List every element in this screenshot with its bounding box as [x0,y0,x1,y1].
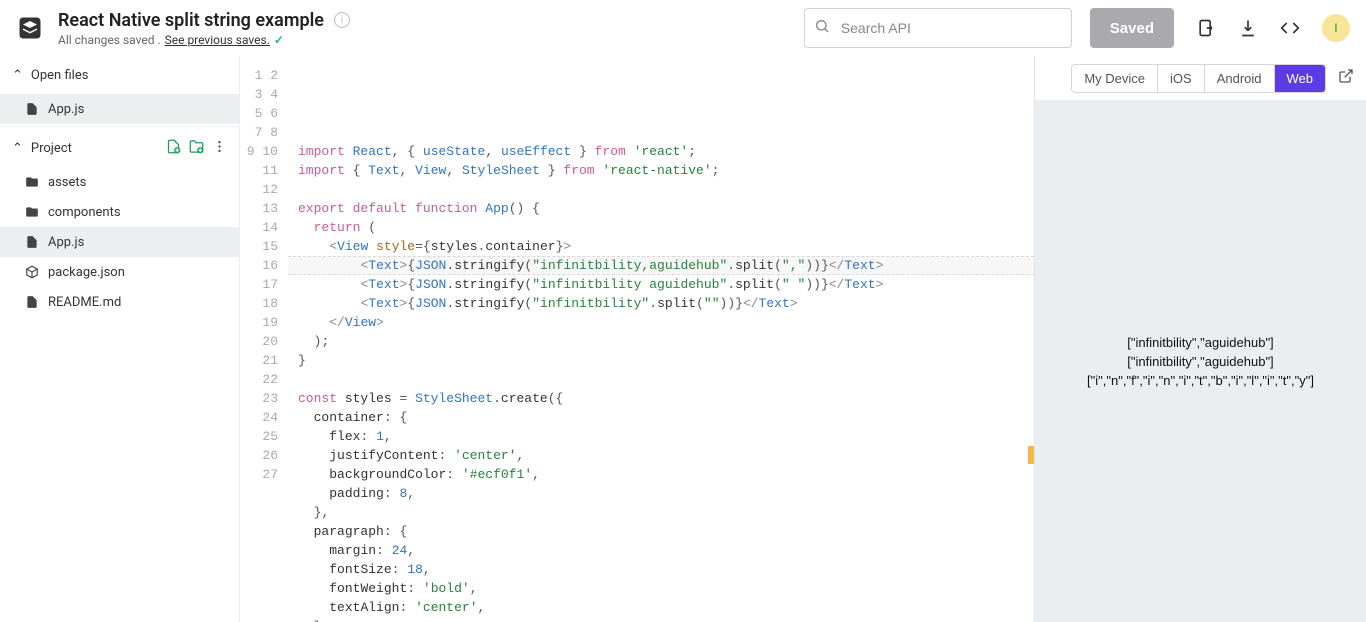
project-header[interactable]: ⌃ Project [0,129,239,167]
saved-button[interactable]: Saved [1090,8,1174,48]
divider [0,126,239,127]
code-content[interactable]: import React, { useState, useEffect } fr… [298,142,1034,622]
new-folder-icon[interactable] [189,139,204,158]
device-tab[interactable]: Web [1275,65,1326,92]
preview-panel: My DeviceiOSAndroidWeb ["infinitbility",… [1034,56,1366,622]
export-icon[interactable] [1196,18,1216,38]
avatar[interactable]: I [1322,14,1350,42]
more-icon[interactable] [212,139,227,158]
code-editor[interactable]: 1 2 3 4 5 6 7 8 9 10 11 12 13 14 15 16 1… [240,56,1034,622]
file-name: package.json [48,265,125,280]
search-input[interactable] [804,8,1072,48]
preview-output: ["infinitbility","aguidehub"]["infinitbi… [1077,333,1324,390]
previous-saves-link[interactable]: See previous saves. [165,33,270,47]
file-icon [24,175,40,189]
new-file-icon[interactable] [166,139,181,158]
project-label: Project [31,141,72,156]
file-item[interactable]: assets [0,167,239,197]
file-name: assets [48,175,86,190]
file-item[interactable]: package.json [0,257,239,287]
device-tab-group: My DeviceiOSAndroidWeb [1071,64,1326,93]
chevron-up-icon: ⌃ [12,141,23,156]
save-status: All changes saved . [58,33,161,47]
open-files-header[interactable]: ⌃ Open files [0,56,239,94]
file-icon [24,235,40,249]
file-name: README.md [48,295,121,310]
device-tab[interactable]: iOS [1158,65,1205,92]
file-item[interactable]: App.js [0,94,239,124]
search-icon [814,18,830,38]
snack-logo[interactable] [16,14,44,42]
download-icon[interactable] [1238,18,1258,38]
device-tab[interactable]: Android [1205,65,1275,92]
file-name: App.js [48,235,84,250]
chevron-up-icon: ⌃ [12,68,23,83]
file-icon [24,265,40,279]
info-icon[interactable]: i [334,12,350,28]
sidebar: ⌃ Open files App.js ⌃ Project assets comp… [0,56,240,622]
embed-icon[interactable] [1280,18,1300,38]
line-gutter: 1 2 3 4 5 6 7 8 9 10 11 12 13 14 15 16 1… [240,56,288,622]
file-item[interactable]: components [0,197,239,227]
preview-area: ["infinitbility","aguidehub"]["infinitbi… [1035,100,1366,622]
file-name: App.js [48,102,84,117]
file-icon [24,102,40,116]
open-files-label: Open files [31,68,89,83]
file-item[interactable]: README.md [0,287,239,317]
file-item[interactable]: App.js [0,227,239,257]
file-icon [24,205,40,219]
project-title[interactable]: React Native split string example [58,10,324,31]
device-tab[interactable]: My Device [1072,65,1158,92]
open-external-icon[interactable] [1338,68,1354,88]
check-icon: ✓ [274,33,284,47]
file-name: components [48,205,121,220]
file-icon [24,295,40,309]
